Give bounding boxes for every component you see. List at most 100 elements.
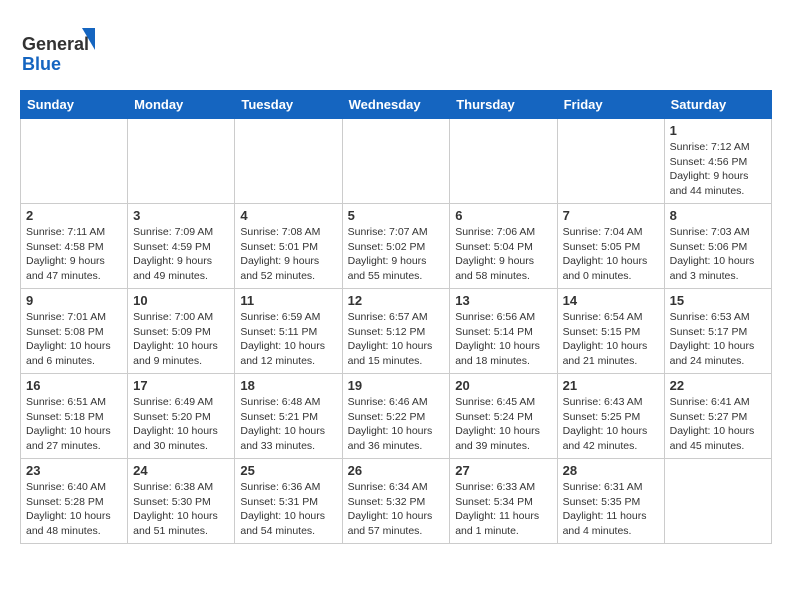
calendar-cell: 22 Sunrise: 6:41 AM Sunset: 5:27 PM Dayli… <box>664 374 771 459</box>
svg-text:General: General <box>22 34 89 54</box>
day-number: 20 <box>455 378 551 393</box>
logo: General Blue <box>20 20 100 80</box>
day-header-sunday: Sunday <box>21 91 128 119</box>
calendar-cell: 17 Sunrise: 6:49 AM Sunset: 5:20 PM Dayli… <box>128 374 235 459</box>
day-info: Sunrise: 7:08 AM Sunset: 5:01 PM Dayligh… <box>240 225 336 284</box>
day-number: 5 <box>348 208 445 223</box>
day-info: Sunrise: 6:56 AM Sunset: 5:14 PM Dayligh… <box>455 310 551 369</box>
day-info: Sunrise: 6:36 AM Sunset: 5:31 PM Dayligh… <box>240 480 336 539</box>
day-header-tuesday: Tuesday <box>235 91 342 119</box>
day-number: 15 <box>670 293 766 308</box>
calendar-cell <box>128 119 235 204</box>
day-info: Sunrise: 7:01 AM Sunset: 5:08 PM Dayligh… <box>26 310 122 369</box>
day-number: 4 <box>240 208 336 223</box>
calendar-week-row: 2 Sunrise: 7:11 AM Sunset: 4:58 PM Daylig… <box>21 204 772 289</box>
calendar-cell <box>235 119 342 204</box>
calendar-cell: 5Sunrise: 7:07 AM Sunset: 5:02 PM Daylig… <box>342 204 450 289</box>
calendar-cell: 7 Sunrise: 7:04 AM Sunset: 5:05 PM Daylig… <box>557 204 664 289</box>
calendar-cell: 6 Sunrise: 7:06 AM Sunset: 5:04 PM Daylig… <box>450 204 557 289</box>
calendar-cell <box>342 119 450 204</box>
calendar-cell: 18Sunrise: 6:48 AM Sunset: 5:21 PM Dayli… <box>235 374 342 459</box>
calendar-cell: 16 Sunrise: 6:51 AM Sunset: 5:18 PM Dayli… <box>21 374 128 459</box>
day-number: 3 <box>133 208 229 223</box>
calendar-cell: 15 Sunrise: 6:53 AM Sunset: 5:17 PM Dayli… <box>664 289 771 374</box>
logo-icon: General Blue <box>20 20 100 80</box>
calendar-cell: 13 Sunrise: 6:56 AM Sunset: 5:14 PM Dayli… <box>450 289 557 374</box>
calendar-cell <box>664 459 771 544</box>
day-number: 27 <box>455 463 551 478</box>
day-number: 6 <box>455 208 551 223</box>
calendar-cell: 2 Sunrise: 7:11 AM Sunset: 4:58 PM Daylig… <box>21 204 128 289</box>
day-number: 23 <box>26 463 122 478</box>
day-info: Sunrise: 7:06 AM Sunset: 5:04 PM Dayligh… <box>455 225 551 284</box>
calendar-cell: 28 Sunrise: 6:31 AM Sunset: 5:35 PM Dayli… <box>557 459 664 544</box>
calendar-cell: 3Sunrise: 7:09 AM Sunset: 4:59 PM Daylig… <box>128 204 235 289</box>
day-header-thursday: Thursday <box>450 91 557 119</box>
calendar-week-row: 16 Sunrise: 6:51 AM Sunset: 5:18 PM Dayli… <box>21 374 772 459</box>
day-number: 19 <box>348 378 445 393</box>
day-number: 8 <box>670 208 766 223</box>
day-info: Sunrise: 7:11 AM Sunset: 4:58 PM Dayligh… <box>26 225 122 284</box>
calendar-week-row: 23 Sunrise: 6:40 AM Sunset: 5:28 PM Dayli… <box>21 459 772 544</box>
calendar-header-row: SundayMondayTuesdayWednesdayThursdayFrid… <box>21 91 772 119</box>
day-info: Sunrise: 6:31 AM Sunset: 5:35 PM Dayligh… <box>563 480 659 539</box>
day-info: Sunrise: 6:54 AM Sunset: 5:15 PM Dayligh… <box>563 310 659 369</box>
day-number: 13 <box>455 293 551 308</box>
day-info: Sunrise: 6:41 AM Sunset: 5:27 PM Dayligh… <box>670 395 766 454</box>
day-header-monday: Monday <box>128 91 235 119</box>
calendar-cell: 8 Sunrise: 7:03 AM Sunset: 5:06 PM Daylig… <box>664 204 771 289</box>
day-number: 22 <box>670 378 766 393</box>
day-info: Sunrise: 7:04 AM Sunset: 5:05 PM Dayligh… <box>563 225 659 284</box>
calendar-cell <box>450 119 557 204</box>
calendar-cell: 11Sunrise: 6:59 AM Sunset: 5:11 PM Dayli… <box>235 289 342 374</box>
calendar-cell: 19 Sunrise: 6:46 AM Sunset: 5:22 PM Dayli… <box>342 374 450 459</box>
day-number: 28 <box>563 463 659 478</box>
day-info: Sunrise: 6:51 AM Sunset: 5:18 PM Dayligh… <box>26 395 122 454</box>
calendar-cell <box>557 119 664 204</box>
day-info: Sunrise: 6:46 AM Sunset: 5:22 PM Dayligh… <box>348 395 445 454</box>
day-info: Sunrise: 6:38 AM Sunset: 5:30 PM Dayligh… <box>133 480 229 539</box>
day-info: Sunrise: 6:34 AM Sunset: 5:32 PM Dayligh… <box>348 480 445 539</box>
day-number: 17 <box>133 378 229 393</box>
day-info: Sunrise: 6:33 AM Sunset: 5:34 PM Dayligh… <box>455 480 551 539</box>
day-number: 25 <box>240 463 336 478</box>
day-header-friday: Friday <box>557 91 664 119</box>
day-number: 16 <box>26 378 122 393</box>
day-number: 11 <box>240 293 336 308</box>
day-number: 14 <box>563 293 659 308</box>
day-info: Sunrise: 7:12 AM Sunset: 4:56 PM Dayligh… <box>670 140 766 199</box>
day-info: Sunrise: 6:45 AM Sunset: 5:24 PM Dayligh… <box>455 395 551 454</box>
calendar-cell: 14 Sunrise: 6:54 AM Sunset: 5:15 PM Dayli… <box>557 289 664 374</box>
calendar-cell: 26Sunrise: 6:34 AM Sunset: 5:32 PM Dayli… <box>342 459 450 544</box>
day-number: 2 <box>26 208 122 223</box>
calendar-week-row: 9 Sunrise: 7:01 AM Sunset: 5:08 PM Daylig… <box>21 289 772 374</box>
calendar-cell: 9 Sunrise: 7:01 AM Sunset: 5:08 PM Daylig… <box>21 289 128 374</box>
calendar-body: 1 Sunrise: 7:12 AM Sunset: 4:56 PM Daylig… <box>21 119 772 544</box>
calendar-cell: 1 Sunrise: 7:12 AM Sunset: 4:56 PM Daylig… <box>664 119 771 204</box>
day-info: Sunrise: 6:49 AM Sunset: 5:20 PM Dayligh… <box>133 395 229 454</box>
svg-text:Blue: Blue <box>22 54 61 74</box>
day-number: 7 <box>563 208 659 223</box>
day-info: Sunrise: 6:40 AM Sunset: 5:28 PM Dayligh… <box>26 480 122 539</box>
day-number: 21 <box>563 378 659 393</box>
calendar-table: SundayMondayTuesdayWednesdayThursdayFrid… <box>20 90 772 544</box>
header: General Blue <box>20 20 772 80</box>
day-number: 1 <box>670 123 766 138</box>
day-info: Sunrise: 6:43 AM Sunset: 5:25 PM Dayligh… <box>563 395 659 454</box>
day-header-wednesday: Wednesday <box>342 91 450 119</box>
calendar-week-row: 1 Sunrise: 7:12 AM Sunset: 4:56 PM Daylig… <box>21 119 772 204</box>
day-number: 24 <box>133 463 229 478</box>
day-number: 12 <box>348 293 445 308</box>
calendar-cell: 21 Sunrise: 6:43 AM Sunset: 5:25 PM Dayli… <box>557 374 664 459</box>
day-header-saturday: Saturday <box>664 91 771 119</box>
calendar-cell: 27 Sunrise: 6:33 AM Sunset: 5:34 PM Dayli… <box>450 459 557 544</box>
calendar-cell: 4 Sunrise: 7:08 AM Sunset: 5:01 PM Daylig… <box>235 204 342 289</box>
day-info: Sunrise: 6:53 AM Sunset: 5:17 PM Dayligh… <box>670 310 766 369</box>
day-info: Sunrise: 7:03 AM Sunset: 5:06 PM Dayligh… <box>670 225 766 284</box>
day-number: 9 <box>26 293 122 308</box>
calendar-cell: 12Sunrise: 6:57 AM Sunset: 5:12 PM Dayli… <box>342 289 450 374</box>
calendar-cell: 23 Sunrise: 6:40 AM Sunset: 5:28 PM Dayli… <box>21 459 128 544</box>
calendar-cell: 24 Sunrise: 6:38 AM Sunset: 5:30 PM Dayli… <box>128 459 235 544</box>
day-info: Sunrise: 7:00 AM Sunset: 5:09 PM Dayligh… <box>133 310 229 369</box>
calendar-cell: 20 Sunrise: 6:45 AM Sunset: 5:24 PM Dayli… <box>450 374 557 459</box>
